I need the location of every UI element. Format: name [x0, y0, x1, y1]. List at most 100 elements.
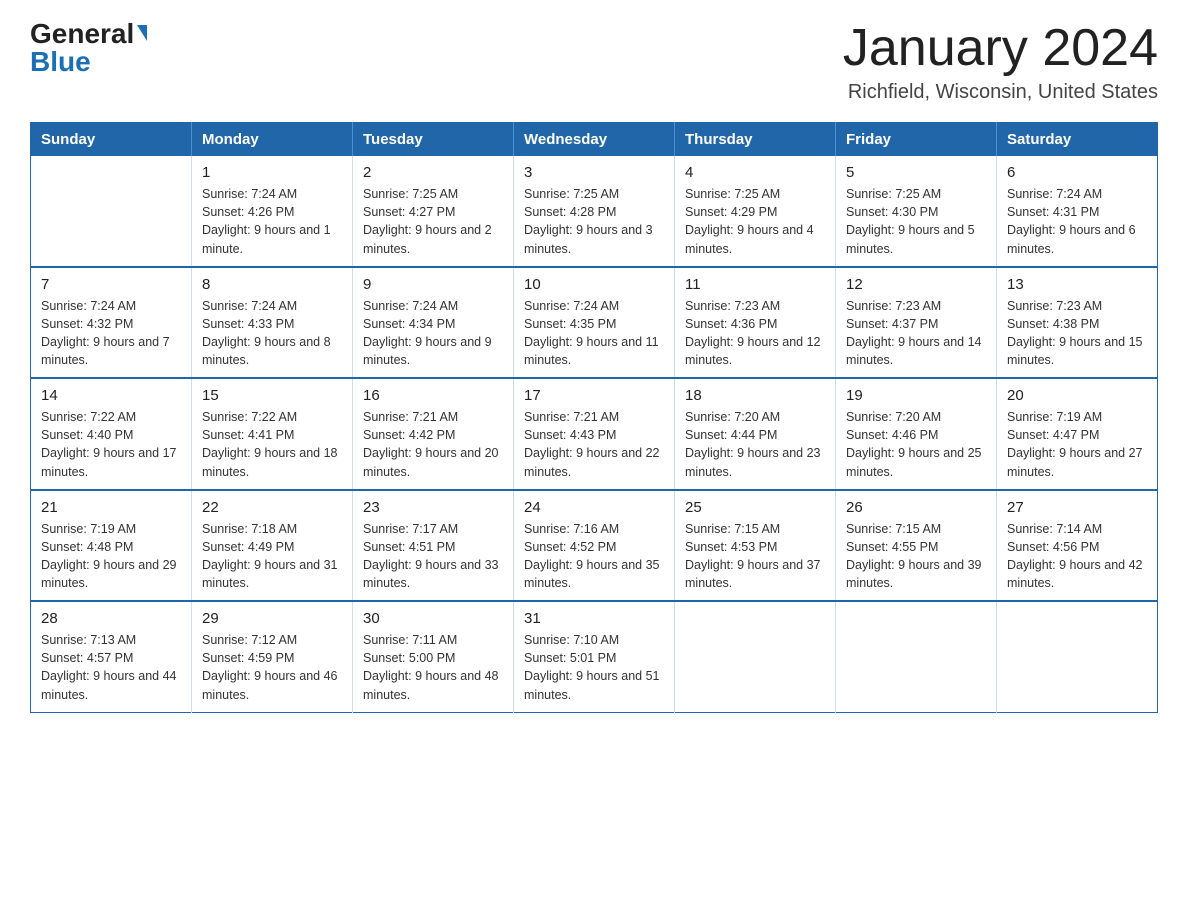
calendar-day-25: 25 Sunrise: 7:15 AMSunset: 4:53 PMDayligh… [675, 490, 836, 602]
calendar-day-30: 30 Sunrise: 7:11 AMSunset: 5:00 PMDayligh… [353, 601, 514, 712]
calendar-day-15: 15Sunrise: 7:22 AMSunset: 4:41 PMDayligh… [192, 378, 353, 490]
logo-general-text: General [30, 20, 134, 48]
day-info: Sunrise: 7:10 AMSunset: 5:01 PMDaylight:… [524, 631, 664, 704]
day-number: 22 [202, 499, 342, 516]
day-number: 9 [363, 276, 503, 293]
calendar-day-7: 7 Sunrise: 7:24 AMSunset: 4:32 PMDaylight… [31, 267, 192, 379]
day-number: 7 [41, 276, 181, 293]
calendar-day-28: 28 Sunrise: 7:13 AMSunset: 4:57 PMDayligh… [31, 601, 192, 712]
day-info: Sunrise: 7:23 AMSunset: 4:38 PMDaylight:… [1007, 297, 1147, 370]
month-title: January 2024 [843, 20, 1158, 77]
calendar-day-27: 27 Sunrise: 7:14 AMSunset: 4:56 PMDayligh… [997, 490, 1158, 602]
day-info: Sunrise: 7:24 AMSunset: 4:32 PMDaylight:… [41, 297, 181, 370]
day-number: 4 [685, 164, 825, 181]
day-info: Sunrise: 7:23 AMSunset: 4:36 PMDaylight:… [685, 297, 825, 370]
calendar-day-12: 12 Sunrise: 7:23 AMSunset: 4:37 PMDayligh… [836, 267, 997, 379]
day-info: Sunrise: 7:23 AMSunset: 4:37 PMDaylight:… [846, 297, 986, 370]
day-info: Sunrise: 7:19 AMSunset: 4:48 PMDaylight:… [41, 520, 181, 593]
day-info: Sunrise: 7:24 AMSunset: 4:33 PMDaylight:… [202, 297, 342, 370]
day-number: 21 [41, 499, 181, 516]
calendar-day-8: 8 Sunrise: 7:24 AMSunset: 4:33 PMDaylight… [192, 267, 353, 379]
calendar-day-2: 2 Sunrise: 7:25 AMSunset: 4:27 PMDaylight… [353, 156, 514, 267]
day-number: 10 [524, 276, 664, 293]
day-number: 2 [363, 164, 503, 181]
calendar-day-13: 13 Sunrise: 7:23 AMSunset: 4:38 PMDayligh… [997, 267, 1158, 379]
day-number: 3 [524, 164, 664, 181]
calendar-week-row: 28 Sunrise: 7:13 AMSunset: 4:57 PMDayligh… [31, 601, 1158, 712]
day-header-monday: Monday [192, 123, 353, 157]
logo: General Blue [30, 20, 147, 76]
day-info: Sunrise: 7:11 AMSunset: 5:00 PMDaylight:… [363, 631, 503, 704]
day-number: 13 [1007, 276, 1147, 293]
calendar-day-17: 17Sunrise: 7:21 AMSunset: 4:43 PMDayligh… [514, 378, 675, 490]
day-number: 25 [685, 499, 825, 516]
day-info: Sunrise: 7:15 AMSunset: 4:53 PMDaylight:… [685, 520, 825, 593]
day-number: 14 [41, 387, 181, 404]
day-info: Sunrise: 7:20 AMSunset: 4:46 PMDaylight:… [846, 408, 986, 481]
day-number: 19 [846, 387, 986, 404]
day-number: 8 [202, 276, 342, 293]
day-info: Sunrise: 7:14 AMSunset: 4:56 PMDaylight:… [1007, 520, 1147, 593]
day-number: 12 [846, 276, 986, 293]
calendar-week-row: 14Sunrise: 7:22 AMSunset: 4:40 PMDayligh… [31, 378, 1158, 490]
calendar-day-23: 23Sunrise: 7:17 AMSunset: 4:51 PMDayligh… [353, 490, 514, 602]
day-header-saturday: Saturday [997, 123, 1158, 157]
day-number: 6 [1007, 164, 1147, 181]
calendar-day-29: 29Sunrise: 7:12 AMSunset: 4:59 PMDayligh… [192, 601, 353, 712]
day-info: Sunrise: 7:25 AMSunset: 4:30 PMDaylight:… [846, 185, 986, 258]
calendar-day-21: 21 Sunrise: 7:19 AMSunset: 4:48 PMDayligh… [31, 490, 192, 602]
empty-cell [31, 156, 192, 267]
day-header-sunday: Sunday [31, 123, 192, 157]
day-info: Sunrise: 7:13 AMSunset: 4:57 PMDaylight:… [41, 631, 181, 704]
logo-arrow-icon [137, 25, 147, 41]
day-number: 5 [846, 164, 986, 181]
day-info: Sunrise: 7:17 AMSunset: 4:51 PMDaylight:… [363, 520, 503, 593]
calendar-week-row: 21 Sunrise: 7:19 AMSunset: 4:48 PMDayligh… [31, 490, 1158, 602]
calendar-day-6: 6 Sunrise: 7:24 AMSunset: 4:31 PMDaylight… [997, 156, 1158, 267]
calendar-day-9: 9Sunrise: 7:24 AMSunset: 4:34 PMDaylight… [353, 267, 514, 379]
day-info: Sunrise: 7:21 AMSunset: 4:43 PMDaylight:… [524, 408, 664, 481]
calendar-day-4: 4 Sunrise: 7:25 AMSunset: 4:29 PMDaylight… [675, 156, 836, 267]
day-number: 28 [41, 610, 181, 627]
day-info: Sunrise: 7:15 AMSunset: 4:55 PMDaylight:… [846, 520, 986, 593]
day-info: Sunrise: 7:20 AMSunset: 4:44 PMDaylight:… [685, 408, 825, 481]
day-info: Sunrise: 7:21 AMSunset: 4:42 PMDaylight:… [363, 408, 503, 481]
day-header-tuesday: Tuesday [353, 123, 514, 157]
day-info: Sunrise: 7:18 AMSunset: 4:49 PMDaylight:… [202, 520, 342, 593]
day-number: 24 [524, 499, 664, 516]
empty-cell [836, 601, 997, 712]
location-title: Richfield, Wisconsin, United States [843, 81, 1158, 104]
day-info: Sunrise: 7:16 AMSunset: 4:52 PMDaylight:… [524, 520, 664, 593]
day-info: Sunrise: 7:12 AMSunset: 4:59 PMDaylight:… [202, 631, 342, 704]
day-header-thursday: Thursday [675, 123, 836, 157]
calendar-day-5: 5 Sunrise: 7:25 AMSunset: 4:30 PMDaylight… [836, 156, 997, 267]
day-number: 11 [685, 276, 825, 293]
day-number: 30 [363, 610, 503, 627]
calendar-day-22: 22 Sunrise: 7:18 AMSunset: 4:49 PMDayligh… [192, 490, 353, 602]
calendar-day-24: 24 Sunrise: 7:16 AMSunset: 4:52 PMDayligh… [514, 490, 675, 602]
calendar-header-row: SundayMondayTuesdayWednesdayThursdayFrid… [31, 123, 1158, 157]
day-info: Sunrise: 7:25 AMSunset: 4:29 PMDaylight:… [685, 185, 825, 258]
calendar-day-16: 16Sunrise: 7:21 AMSunset: 4:42 PMDayligh… [353, 378, 514, 490]
day-header-wednesday: Wednesday [514, 123, 675, 157]
day-info: Sunrise: 7:24 AMSunset: 4:31 PMDaylight:… [1007, 185, 1147, 258]
calendar-day-26: 26 Sunrise: 7:15 AMSunset: 4:55 PMDayligh… [836, 490, 997, 602]
calendar-day-3: 3 Sunrise: 7:25 AMSunset: 4:28 PMDaylight… [514, 156, 675, 267]
day-number: 18 [685, 387, 825, 404]
day-info: Sunrise: 7:22 AMSunset: 4:41 PMDaylight:… [202, 408, 342, 481]
calendar-day-31: 31Sunrise: 7:10 AMSunset: 5:01 PMDayligh… [514, 601, 675, 712]
day-info: Sunrise: 7:25 AMSunset: 4:27 PMDaylight:… [363, 185, 503, 258]
empty-cell [997, 601, 1158, 712]
empty-cell [675, 601, 836, 712]
title-block: January 2024 Richfield, Wisconsin, Unite… [843, 20, 1158, 104]
page-header: General Blue January 2024 Richfield, Wis… [30, 20, 1158, 104]
day-info: Sunrise: 7:25 AMSunset: 4:28 PMDaylight:… [524, 185, 664, 258]
day-number: 26 [846, 499, 986, 516]
day-info: Sunrise: 7:24 AMSunset: 4:26 PMDaylight:… [202, 185, 342, 258]
calendar-week-row: 7 Sunrise: 7:24 AMSunset: 4:32 PMDaylight… [31, 267, 1158, 379]
day-number: 27 [1007, 499, 1147, 516]
day-info: Sunrise: 7:19 AMSunset: 4:47 PMDaylight:… [1007, 408, 1147, 481]
calendar-day-20: 20Sunrise: 7:19 AMSunset: 4:47 PMDayligh… [997, 378, 1158, 490]
calendar-day-10: 10Sunrise: 7:24 AMSunset: 4:35 PMDayligh… [514, 267, 675, 379]
calendar-day-1: 1Sunrise: 7:24 AMSunset: 4:26 PMDaylight… [192, 156, 353, 267]
